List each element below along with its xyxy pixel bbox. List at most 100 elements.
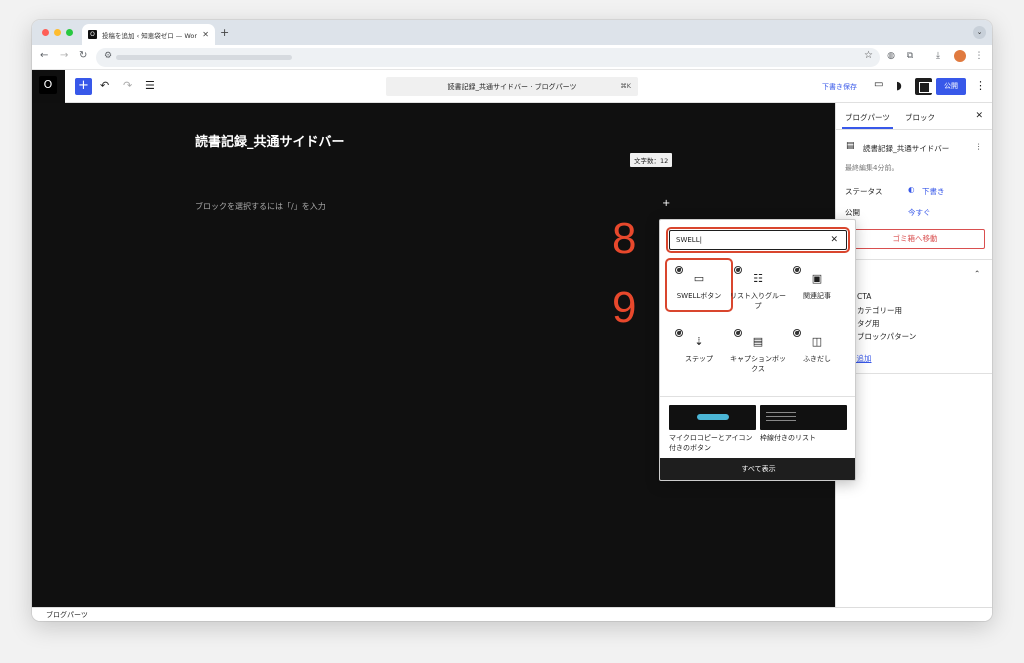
options-menu-icon[interactable]: ⋮: [975, 79, 986, 92]
last-edited: 最終編集4分前。: [845, 164, 899, 172]
swell-icon[interactable]: ◗: [896, 79, 902, 92]
reload-icon[interactable]: ↻: [79, 50, 87, 61]
minimize-window-icon[interactable]: [54, 29, 61, 36]
save-draft-button[interactable]: 下書き保存: [822, 82, 857, 92]
steps-icon: ⇣: [694, 335, 704, 348]
back-icon[interactable]: ←: [40, 50, 48, 61]
bookmark-star-icon[interactable]: ☆: [864, 50, 873, 61]
tab-blog-parts[interactable]: ブログパーツ: [842, 112, 893, 129]
pattern-label: 枠線付きのリスト: [760, 434, 816, 442]
document-title-bar: 読書記録_共通サイドバー · ブログパーツ: [447, 83, 577, 91]
preview-list-line: [766, 416, 796, 417]
block-label: リスト入りグループ: [730, 292, 786, 310]
swell-badge-icon: [675, 329, 683, 337]
clear-search-icon[interactable]: ✕: [830, 235, 838, 245]
pattern-preview-list[interactable]: [760, 405, 847, 430]
close-sidebar-icon[interactable]: ✕: [975, 111, 983, 121]
list-icon: ☷: [753, 272, 763, 285]
term-item[interactable]: ブロックパターン: [857, 331, 916, 342]
caption-box-icon: ▤: [752, 335, 764, 348]
inline-add-block-icon[interactable]: +: [662, 198, 670, 209]
site-info-icon[interactable]: ⚙: [104, 51, 112, 61]
term-item[interactable]: カテゴリー用: [857, 305, 902, 316]
sidebar-divider: [836, 373, 992, 374]
swell-badge-icon: [734, 266, 742, 274]
close-window-icon[interactable]: [42, 29, 49, 36]
pattern-suggestions: マイクロコピーとアイコン付きのボタン 枠線付きのリスト: [660, 396, 855, 458]
document-icon: ▤: [846, 141, 855, 151]
block-steps[interactable]: ⇣ ステップ: [669, 329, 729, 364]
undo-icon[interactable]: ↶: [100, 79, 109, 92]
preview-list-line: [766, 412, 796, 413]
preview-button-shape: [697, 414, 729, 420]
maximize-window-icon[interactable]: [66, 29, 73, 36]
publish-button[interactable]: 公開: [936, 78, 966, 95]
download-icon[interactable]: ⤓: [931, 49, 945, 63]
move-to-trash-button[interactable]: ゴミ箱へ移動: [845, 229, 985, 249]
block-swell-button[interactable]: ▭ SWELLボタン: [669, 266, 729, 301]
address-bar[interactable]: ⚙ ☆: [96, 48, 880, 67]
site-logo-icon: O: [39, 76, 57, 94]
breadcrumb-item[interactable]: ブログパーツ: [46, 611, 88, 619]
tab-close-icon[interactable]: ✕: [202, 30, 209, 39]
url-text: [116, 55, 292, 60]
swell-badge-icon: [675, 266, 683, 274]
annotation-step-8: 8: [612, 214, 637, 263]
status-value[interactable]: 下書き: [922, 186, 945, 197]
block-search-input[interactable]: SWELL| ✕: [669, 230, 847, 250]
sidebar-divider: [836, 259, 992, 260]
word-count-badge: 文字数：12: [630, 153, 673, 167]
settings-sidebar: ブログパーツ ブロック ✕ ▤ 読書記録_共通サイドバー ⋮ 最終編集4分前。 …: [835, 103, 992, 607]
post-title[interactable]: 読書記録_共通サイドバー: [195, 131, 345, 150]
balloon-icon: ◫: [811, 335, 823, 348]
term-item[interactable]: CTA: [857, 292, 871, 301]
sidebar-tabs: ブログパーツ ブロック ✕: [836, 103, 992, 130]
block-label: キャプションボックス: [730, 355, 786, 373]
browse-all-button[interactable]: すべて表示: [660, 458, 855, 480]
term-item[interactable]: タグ用: [857, 318, 880, 329]
swell-badge-icon: [793, 329, 801, 337]
tab-strip: O 投稿を追加 ‹ 知恵袋ゼロ — Wor… ✕ + ⌄: [32, 20, 992, 45]
profile-avatar[interactable]: [954, 50, 966, 62]
status-draft-icon: ◐: [908, 185, 915, 194]
tab-favicon: O: [88, 30, 97, 39]
forward-icon[interactable]: →: [60, 50, 68, 61]
publish-label: 公開: [845, 208, 860, 217]
browser-window: O 投稿を追加 ‹ 知恵袋ゼロ — Wor… ✕ + ⌄ ← → ↻ ⚙ ☆ ◍…: [32, 20, 992, 621]
block-caption-box[interactable]: ▤ キャプションボックス: [728, 329, 788, 374]
editor-header: O + ↶ ↷ ☰ 読書記録_共通サイドバー · ブログパーツ ⌘K 下書き保存…: [32, 70, 992, 103]
puzzle-icon[interactable]: ⧉: [903, 49, 917, 63]
preview-icon[interactable]: ▭: [874, 79, 883, 90]
pattern-label: マイクロコピーとアイコン付きのボタン: [669, 434, 753, 452]
new-tab-icon[interactable]: +: [220, 26, 229, 39]
block-balloon[interactable]: ◫ ふきだし: [787, 329, 847, 364]
block-inserter-popover: SWELL| ✕ ▭ SWELLボタン ☷ リスト入りグループ ▣ 関連記事 ⇣…: [659, 219, 856, 481]
redo-icon[interactable]: ↷: [123, 79, 132, 92]
block-placeholder[interactable]: ブロックを選択するには「/」を入力: [195, 201, 326, 212]
chrome-menu-icon[interactable]: ⋮: [972, 49, 986, 63]
block-inserter-toggle[interactable]: +: [75, 78, 92, 95]
command-palette[interactable]: 読書記録_共通サイドバー · ブログパーツ ⌘K: [386, 77, 638, 96]
block-label: ステップ: [685, 355, 713, 363]
tab-search-icon[interactable]: ⌄: [973, 26, 986, 39]
tab-block[interactable]: ブロック: [905, 112, 935, 123]
browser-tab[interactable]: O 投稿を追加 ‹ 知恵袋ゼロ — Wor… ✕: [82, 24, 215, 45]
settings-sidebar-toggle[interactable]: [915, 78, 933, 95]
browser-toolbar: ← → ↻ ⚙ ☆ ◍ ⧉ ⤓ ⋮: [32, 45, 992, 70]
swell-badge-icon: [793, 266, 801, 274]
search-value: SWELL|: [676, 236, 702, 244]
block-label: SWELLボタン: [676, 292, 722, 300]
chevron-up-icon[interactable]: ⌃: [974, 269, 980, 278]
publish-value[interactable]: 今すぐ: [908, 207, 931, 218]
swell-badge-icon: [734, 329, 742, 337]
doc-actions-icon[interactable]: ⋮: [975, 142, 983, 151]
block-related-post[interactable]: ▣ 関連記事: [787, 266, 847, 301]
block-list-group[interactable]: ☷ リスト入りグループ: [728, 266, 788, 311]
preview-list-line: [766, 420, 796, 421]
annotation-step-9: 9: [612, 283, 637, 332]
document-overview-icon[interactable]: ☰: [145, 79, 155, 92]
pattern-preview-button[interactable]: [669, 405, 756, 430]
button-icon: ▭: [693, 272, 705, 285]
extension-icon[interactable]: ◍: [884, 49, 898, 63]
site-logo[interactable]: O: [32, 70, 65, 103]
